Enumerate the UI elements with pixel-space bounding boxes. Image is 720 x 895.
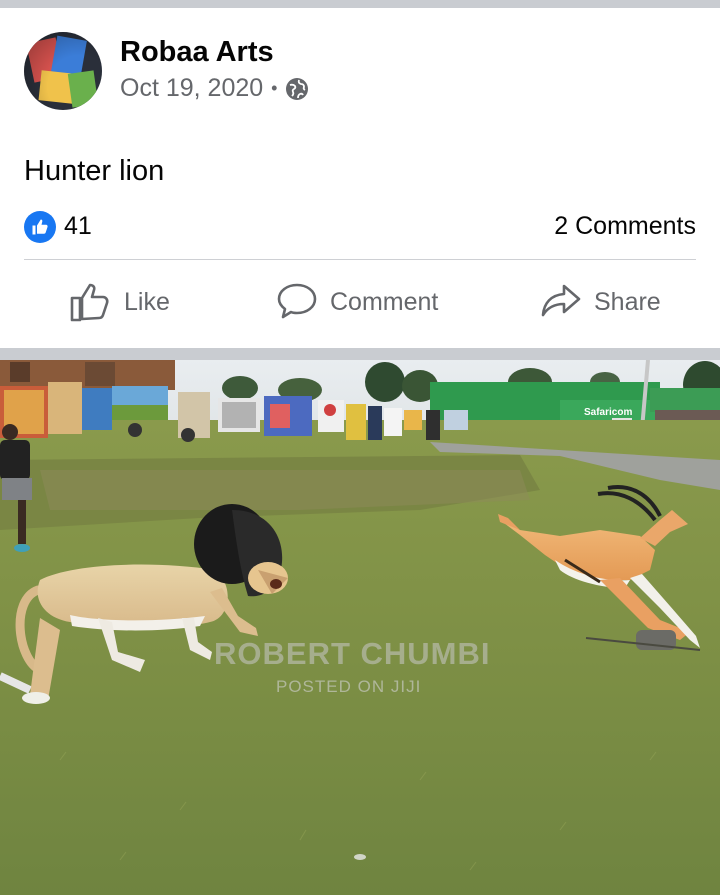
post-caption: Hunter lion: [24, 155, 165, 187]
safaricom-sign: Safaricom: [584, 407, 632, 418]
share-arrow-icon: [541, 284, 581, 317]
comment-bubble-icon: [277, 283, 317, 319]
comment-button[interactable]: Comment: [276, 282, 438, 322]
comment-label: Comment: [330, 287, 439, 316]
reaction-count[interactable]: 41: [64, 212, 92, 241]
watermark-subtext: POSTED ON JIJI: [276, 677, 421, 696]
separator-dot: •: [271, 78, 278, 98]
top-divider: [0, 0, 720, 8]
post-date[interactable]: Oct 19, 2020: [120, 74, 263, 103]
like-label: Like: [124, 287, 170, 316]
watermark-text: ROBERT CHUMBI: [214, 636, 491, 671]
page-name[interactable]: Robaa Arts: [120, 34, 309, 70]
divider: [24, 259, 696, 260]
like-button[interactable]: Like: [70, 282, 170, 322]
post-header: Robaa Arts Oct 19, 2020 •: [24, 32, 309, 110]
post-meta: Robaa Arts Oct 19, 2020 •: [120, 32, 309, 103]
thumbs-up-icon: [70, 283, 109, 322]
like-reaction-icon[interactable]: [24, 211, 56, 243]
share-button[interactable]: Share: [540, 282, 661, 322]
post-actions: Like Comment Share: [0, 272, 720, 338]
reactions-bar: 41 2 Comments: [24, 208, 696, 248]
comments-count[interactable]: 2 Comments: [554, 212, 696, 241]
globe-icon: [286, 77, 309, 100]
share-label: Share: [594, 287, 661, 316]
avatar[interactable]: [24, 32, 102, 110]
post-photo[interactable]: Safaricom ROBERT CHUMBI POSTED ON JIJI: [0, 360, 720, 895]
photo-divider: [0, 348, 720, 360]
post-date-line: Oct 19, 2020 •: [120, 74, 309, 103]
